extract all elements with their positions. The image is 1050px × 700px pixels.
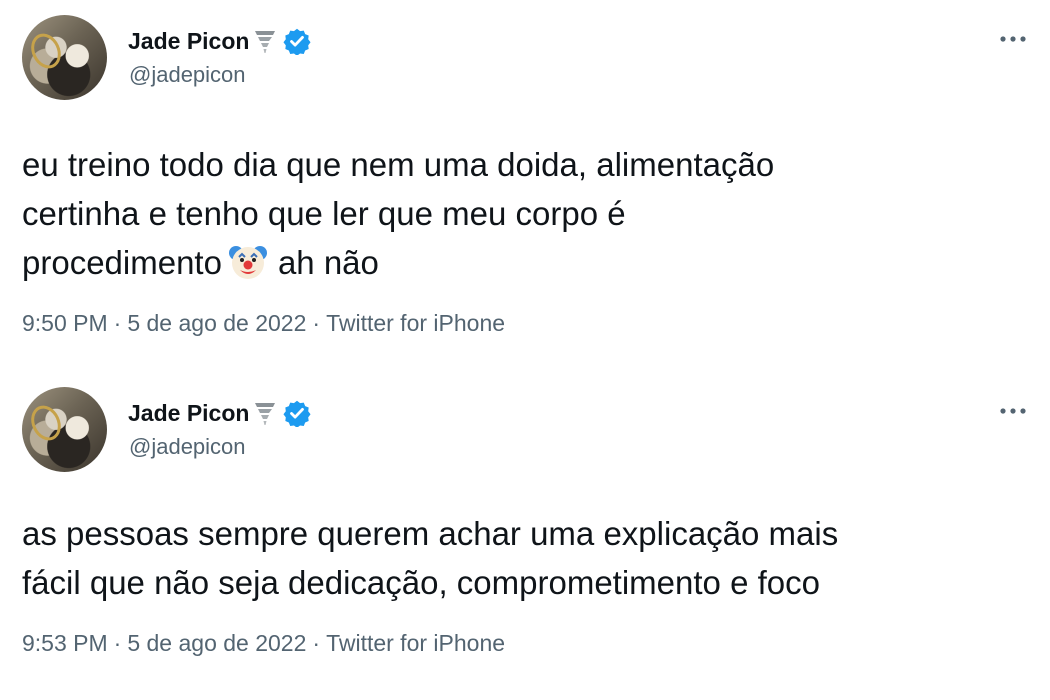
tweet-text-line: fácil que não seja dedicação, comprometi… bbox=[22, 564, 820, 601]
author-name[interactable]: Jade Picon bbox=[128, 400, 249, 427]
tweet-meta: 9:50 PM · 5 de ago de 2022 · Twitter for iPh… bbox=[22, 310, 505, 337]
tweet-source[interactable]: Twitter for iPhone bbox=[326, 310, 505, 337]
tweet[interactable]: Jade Picon @jadepicon as pessoas sempre … bbox=[0, 372, 1050, 700]
avatar[interactable] bbox=[22, 15, 107, 100]
author-handle[interactable]: @jadepicon bbox=[129, 434, 246, 460]
author-name[interactable]: Jade Picon bbox=[128, 28, 249, 55]
tweet-text: as pessoas sempre querem achar uma expli… bbox=[22, 509, 1022, 607]
verified-badge-icon bbox=[283, 400, 311, 427]
author-handle[interactable]: @jadepicon bbox=[129, 62, 246, 88]
tweet-text-line: eu treino todo dia que nem uma doida, al… bbox=[22, 146, 775, 183]
tweet-date[interactable]: 5 de ago de 2022 bbox=[127, 310, 306, 337]
tornado-icon bbox=[255, 403, 276, 425]
more-options-icon[interactable] bbox=[998, 32, 1028, 46]
more-options-icon[interactable] bbox=[998, 404, 1028, 418]
tweet-text-line: as pessoas sempre querem achar uma expli… bbox=[22, 515, 839, 552]
tweet-source[interactable]: Twitter for iPhone bbox=[326, 630, 505, 657]
tweet[interactable]: Jade Picon @jadepicon eu treino todo dia… bbox=[0, 0, 1050, 360]
tweet-text-line: ah não bbox=[277, 244, 379, 281]
tweet-meta: 9:53 PM · 5 de ago de 2022 · Twitter for iPh… bbox=[22, 630, 505, 657]
tornado-icon bbox=[255, 31, 276, 53]
avatar[interactable] bbox=[22, 387, 107, 472]
separator: · bbox=[113, 630, 122, 656]
tweet-text: eu treino todo dia que nem uma doida, al… bbox=[22, 140, 1022, 287]
separator: · bbox=[312, 310, 321, 336]
tweet-text-line: certinha e tenho que ler que meu corpo é bbox=[22, 195, 626, 232]
author-name-row[interactable]: Jade Picon bbox=[128, 27, 311, 55]
verified-badge-icon bbox=[283, 28, 311, 55]
tweet-time[interactable]: 9:50 PM bbox=[22, 310, 108, 337]
separator: · bbox=[113, 310, 122, 336]
separator: · bbox=[312, 630, 321, 656]
author-name-row[interactable]: Jade Picon bbox=[128, 399, 311, 427]
tweet-date[interactable]: 5 de ago de 2022 bbox=[127, 630, 306, 657]
clown-face-icon bbox=[228, 246, 267, 279]
tweet-text-line: procedimento bbox=[22, 244, 222, 281]
tweet-time[interactable]: 9:53 PM bbox=[22, 630, 108, 657]
